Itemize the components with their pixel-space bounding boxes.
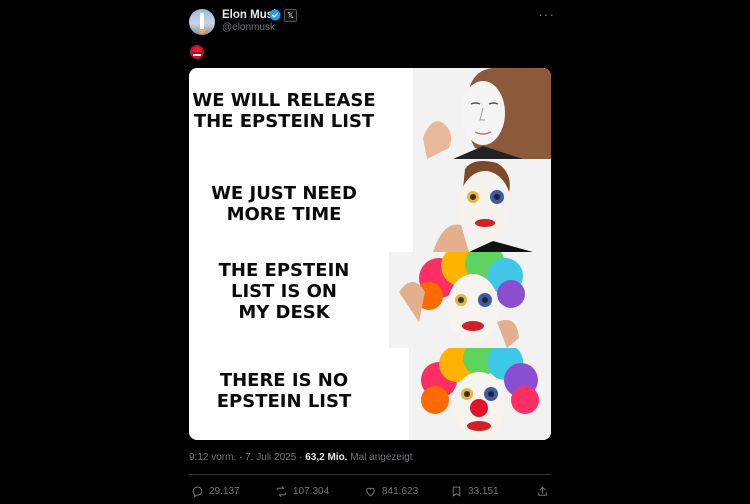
views-count: 63,2 Mio. <box>305 452 348 463</box>
affiliate-badge-icon: 𝕏 <box>284 9 297 22</box>
reply-button[interactable]: 29.137 <box>191 484 240 498</box>
post-date[interactable]: 7. Juli 2025 <box>245 452 296 463</box>
reply-icon <box>192 486 203 498</box>
share-icon <box>538 486 547 496</box>
verified-badge-icon <box>269 9 281 21</box>
meme-caption-4: THERE IS NO EPSTEIN LIST <box>216 370 352 412</box>
reply-count: 29.137 <box>209 485 240 497</box>
hat-emoji-icon <box>190 45 204 59</box>
repost-button[interactable]: 107.304 <box>275 484 329 498</box>
meme-caption-1: WE WILL RELEASE THE EPSTEIN LIST <box>192 90 376 132</box>
meme-image[interactable]: WE WILL RELEASE THE EPSTEIN LIST WE JUST… <box>189 68 551 440</box>
views-label: Mal angezeigt <box>350 452 413 463</box>
bookmark-count: 33.151 <box>468 485 499 497</box>
avatar[interactable] <box>189 9 215 35</box>
meme-caption-2: WE JUST NEED MORE TIME <box>211 183 357 225</box>
meme-caption-3: THE EPSTEIN LIST IS ON MY DESK <box>218 260 350 323</box>
meta-separator: · <box>299 452 303 463</box>
meme-panel-2: WE JUST NEED MORE TIME <box>189 159 551 252</box>
post-time[interactable]: 9:12 vorm. <box>189 452 236 463</box>
meta-separator: · <box>239 452 243 463</box>
clown-face-2-icon <box>413 159 551 252</box>
more-options-icon[interactable]: ··· <box>538 6 555 22</box>
bookmark-button[interactable]: 33.151 <box>450 484 499 498</box>
meme-panel-4: THERE IS NO EPSTEIN LIST <box>189 348 551 440</box>
share-button[interactable] <box>536 484 549 498</box>
like-count: 841.623 <box>382 485 419 497</box>
like-button[interactable]: 841.623 <box>364 484 418 498</box>
divider <box>189 474 551 475</box>
author-handle[interactable]: @elonmusk <box>222 22 275 33</box>
repost-count: 107.304 <box>293 485 330 497</box>
heart-icon <box>366 487 375 496</box>
meme-panel-1: WE WILL RELEASE THE EPSTEIN LIST <box>189 68 551 159</box>
post-meta: 9:12 vorm. · 7. Juli 2025 · 63,2 Mio. Ma… <box>189 452 413 463</box>
clown-face-1-icon <box>413 68 551 159</box>
bookmark-icon <box>452 486 461 496</box>
clown-face-4-icon <box>409 348 551 440</box>
meme-panel-3: THE EPSTEIN LIST IS ON MY DESK <box>189 252 551 348</box>
repost-icon <box>277 485 286 497</box>
clown-face-3-icon <box>389 252 551 348</box>
